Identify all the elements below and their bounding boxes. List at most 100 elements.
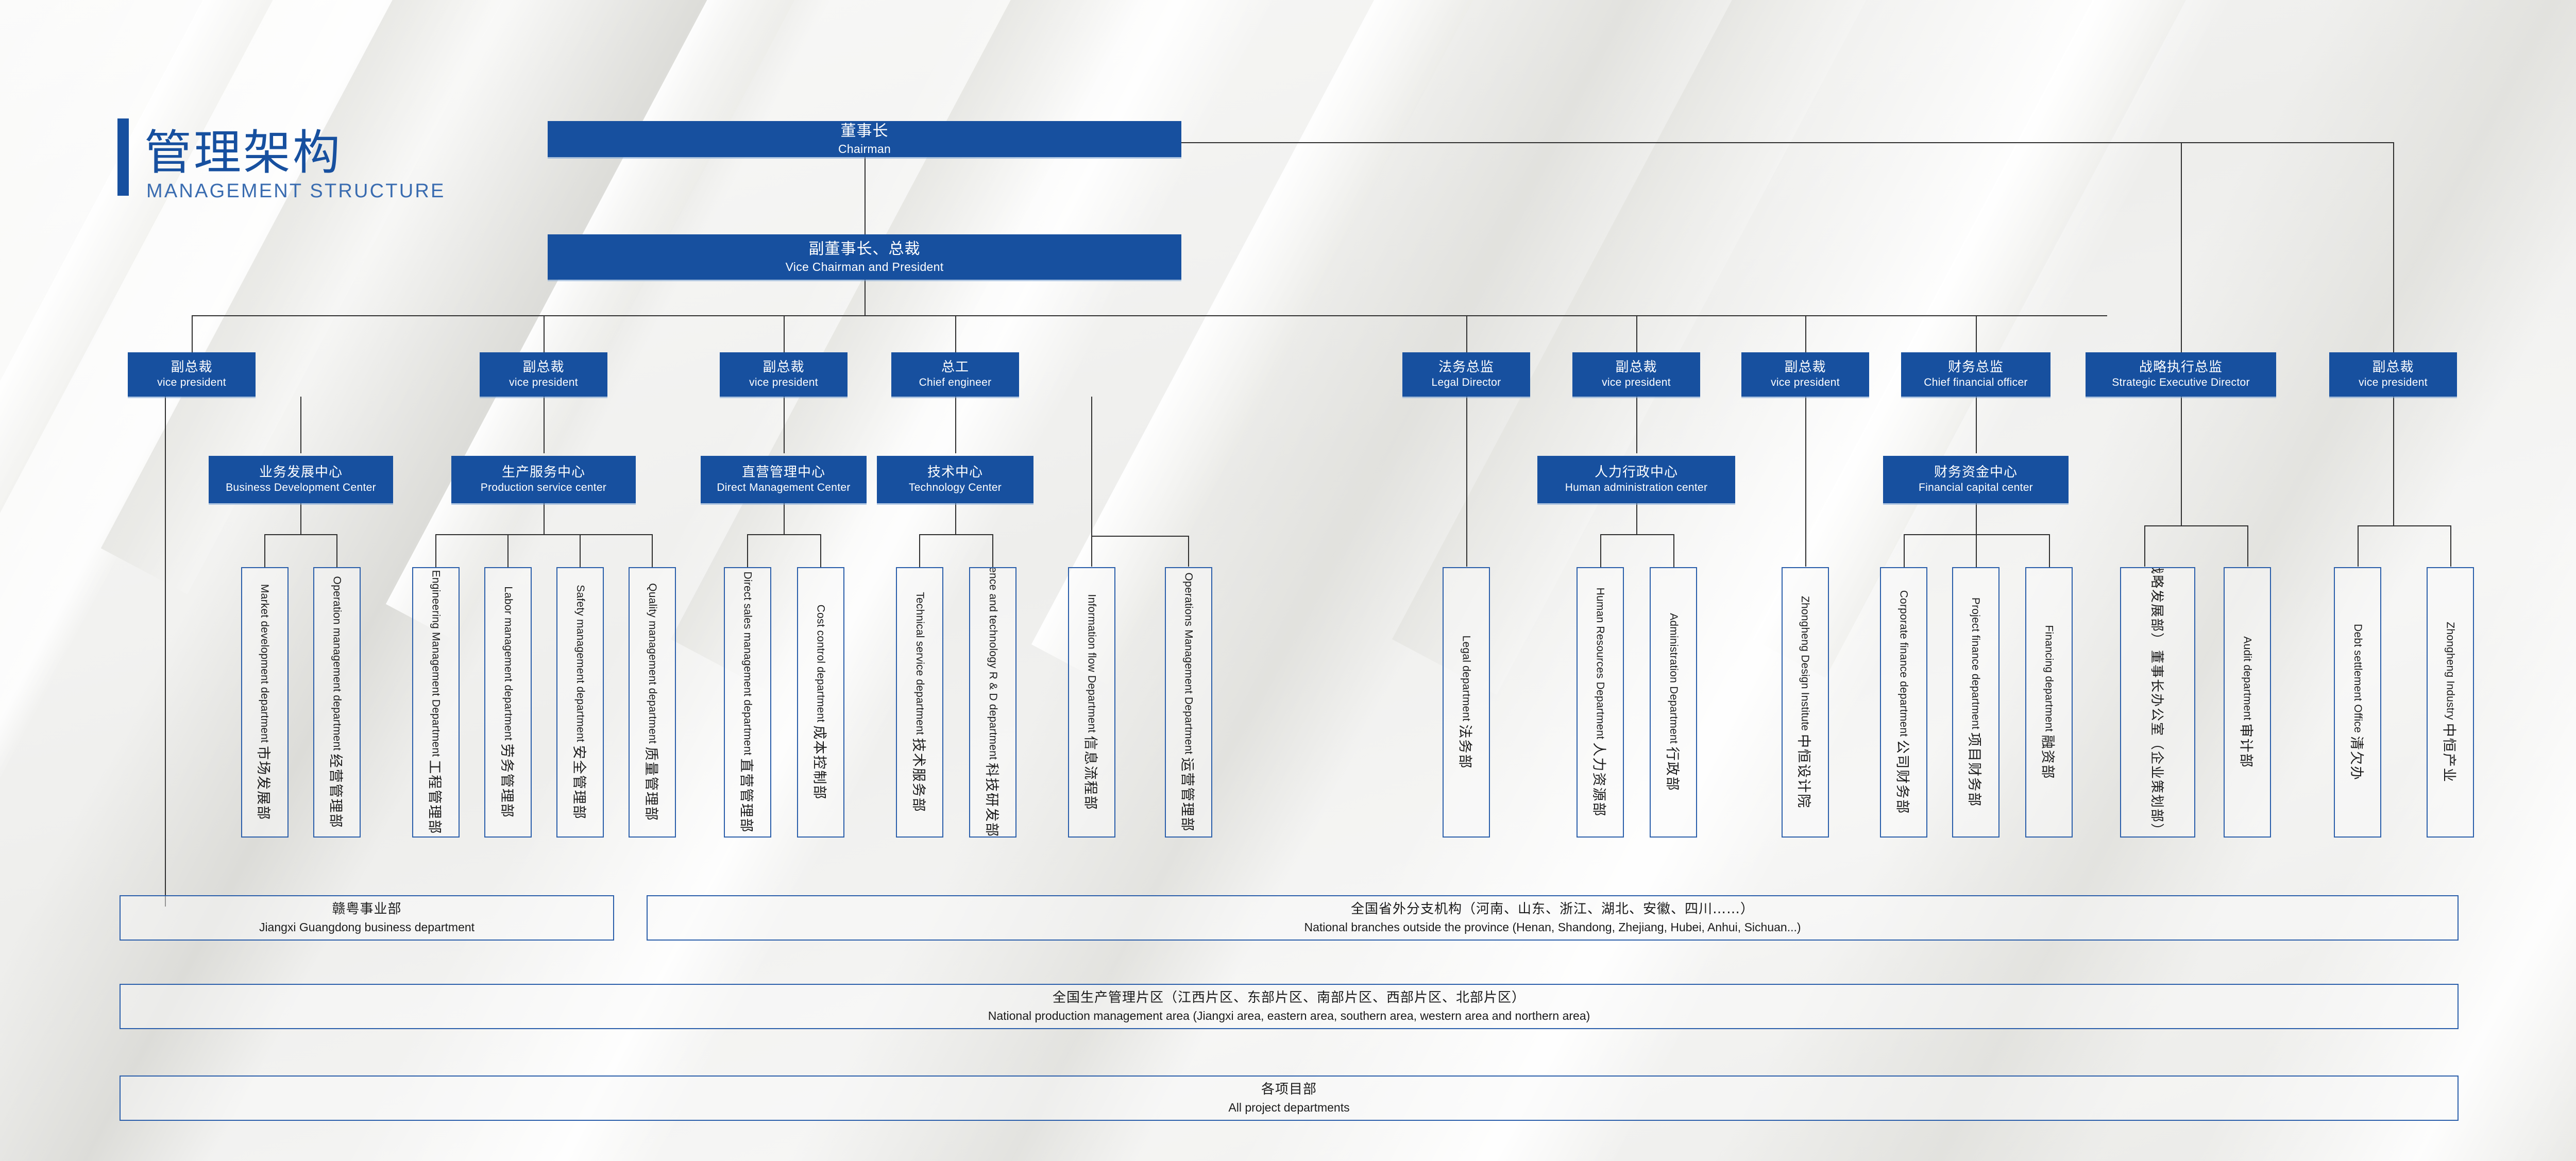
connector-ce-extra-bus — [1091, 536, 1188, 537]
center-3-cn: 技术中心 — [927, 464, 983, 480]
center-box-3[interactable]: 技术中心 Technology Center — [877, 456, 1033, 503]
exec-8-en: Strategic Executive Director — [2112, 377, 2250, 389]
dept-box-12[interactable]: 法务部 Legal department — [1443, 567, 1490, 838]
dept-box-16[interactable]: 公司财务部 Corporate finance department — [1880, 567, 1927, 838]
dept-12-label: 法务部 Legal department — [1456, 636, 1477, 770]
center-0-en: Business Development Center — [226, 482, 376, 494]
connector-center-down — [1636, 503, 1637, 534]
dept-box-0[interactable]: 市场发展部 Market development department — [241, 567, 289, 838]
bottom-1-cn: 全国省外分支机构（河南、山东、浙江、湖北、安徽、四川……） — [1350, 901, 1754, 917]
exec-9-cn: 副总裁 — [2372, 359, 2414, 375]
exec-box-9[interactable]: 副总裁 vice president — [2329, 352, 2457, 397]
exec-box-3[interactable]: 总工 Chief engineer — [891, 352, 1019, 397]
dept-box-11[interactable]: 运营管理部 Operations Management Department — [1165, 567, 1212, 838]
exec-7-cn: 财务总监 — [1947, 359, 2004, 375]
connector-chairman-right — [1181, 142, 2394, 143]
connector-dept-drop — [580, 534, 581, 567]
exec-box-7[interactable]: 财务总监 Chief financial officer — [1901, 352, 2050, 397]
connector-exec-center — [1976, 397, 1977, 453]
exec-box-1[interactable]: 副总裁 vice president — [480, 352, 607, 397]
dept-19-cn-line-0: 董事长办公室（企业策划部） — [2148, 650, 2164, 838]
connector-exec-bus — [192, 315, 2107, 316]
exec-box-0[interactable]: 副总裁 vice president — [128, 352, 256, 397]
exec-box-8[interactable]: 战略执行总监 Strategic Executive Director — [2086, 352, 2276, 397]
dept-6-en: Direct sales management department — [742, 571, 754, 756]
dept-box-18[interactable]: 融资部 Financing department — [2025, 567, 2073, 838]
bottom-bar-0[interactable]: 赣粤事业部 Jiangxi Guangdong business departm… — [120, 895, 614, 941]
dept-1-en: Operation management department — [331, 576, 343, 751]
box-chairman-en: Chairman — [838, 142, 891, 156]
center-box-2[interactable]: 直营管理中心 Direct Management Center — [701, 456, 867, 503]
connector-exec1-bottom — [165, 397, 166, 907]
bottom-3-en: All project departments — [1228, 1100, 1350, 1114]
dept-box-9[interactable]: 科技研发部 Science and technology R & D depar… — [969, 567, 1016, 838]
connector-chairman-strategic-down — [2181, 142, 2182, 364]
center-box-4[interactable]: 人力行政中心 Human administration center — [1537, 456, 1735, 503]
connector-dept-drop — [747, 534, 748, 567]
exec-box-4[interactable]: 法务总监 Legal Director — [1402, 352, 1530, 397]
bottom-bar-1[interactable]: 全国省外分支机构（河南、山东、浙江、湖北、安徽、四川……） National b… — [647, 895, 2459, 941]
connector-dept-bus — [264, 534, 336, 535]
connector-center-down — [300, 503, 301, 534]
dept-box-7[interactable]: 成本控制部 Cost control department — [797, 567, 844, 838]
dept-box-10[interactable]: 信息流程部 Information flow Department — [1068, 567, 1115, 838]
exec-box-2[interactable]: 副总裁 vice president — [720, 352, 848, 397]
dept-15-cn: 中恒设计院 — [1795, 734, 1812, 809]
dept-22-label: 中恒产业 Zhongheng Industry — [2441, 622, 2461, 782]
connector-dept-drop — [1673, 534, 1674, 567]
dept-box-13[interactable]: 人力资源部 Human Resources Department — [1577, 567, 1624, 838]
center-box-5[interactable]: 财务资金中心 Financial capital center — [1883, 456, 2069, 503]
dept-box-20[interactable]: 审计部 Audit department — [2224, 567, 2271, 838]
dept-box-17[interactable]: 项目财务部 Project finance department — [1952, 567, 1999, 838]
exec-5-en: vice president — [1602, 377, 1671, 389]
exec-box-6[interactable]: 副总裁 vice president — [1741, 352, 1869, 397]
dept-box-2[interactable]: 工程管理部 Engineering Management Department — [412, 567, 460, 838]
center-box-1[interactable]: 生产服务中心 Production service center — [451, 456, 636, 503]
center-0-cn: 业务发展中心 — [259, 464, 343, 480]
connector-dept-drop — [435, 534, 436, 567]
connector-president-down — [865, 279, 866, 315]
exec-box-5[interactable]: 副总裁 vice president — [1572, 352, 1700, 397]
dept-box-8[interactable]: 技术服务部 Technical service department — [896, 567, 943, 838]
connector-dept-drop — [652, 534, 653, 567]
dept-2-cn: 工程管理部 — [426, 760, 443, 835]
dept-4-cn: 安全管理部 — [570, 745, 587, 820]
dept-7-label: 成本控制部 Cost control department — [811, 605, 831, 800]
box-chairman[interactable]: 董事长 Chairman — [548, 121, 1181, 157]
org-chart-canvas: 管理架构 MANAGEMENT STRUCTURE 董事长 Chairman 副… — [0, 0, 2576, 1161]
dept-box-14[interactable]: 行政部 Administration Department — [1650, 567, 1697, 838]
dept-0-en: Market development department — [259, 584, 272, 743]
dept-box-22[interactable]: 中恒产业 Zhongheng Industry — [2427, 567, 2474, 838]
dept-box-6[interactable]: 直营管理部 Direct sales management department — [724, 567, 771, 838]
dept-21-en: Debt settlement Office — [2352, 624, 2364, 733]
exec-1-cn: 副总裁 — [522, 359, 565, 375]
center-4-cn: 人力行政中心 — [1594, 464, 1678, 480]
dept-6-cn: 直营管理部 — [738, 758, 754, 833]
dept-5-label: 质量管理部 Quality management department — [642, 583, 663, 822]
connector-vp-design — [1805, 397, 1806, 567]
dept-box-1[interactable]: 经营管理部 Operation management department — [313, 567, 361, 838]
dept-18-label: 融资部 Financing department — [2039, 625, 2059, 779]
bottom-bar-2[interactable]: 全国生产管理片区（江西片区、东部片区、南部片区、西部片区、北部片区） Natio… — [120, 984, 2459, 1029]
dept-3-cn: 劳务管理部 — [498, 743, 515, 818]
dept-box-21[interactable]: 清欠办 Debt settlement Office — [2334, 567, 2381, 838]
title-accent-bar — [117, 118, 129, 196]
connector-dept-drop — [264, 534, 265, 567]
dept-box-4[interactable]: 安全管理部 Safety management department — [556, 567, 604, 838]
dept-13-en: Human Resources Department — [1595, 587, 1607, 740]
bottom-bar-3[interactable]: 各项目部 All project departments — [120, 1075, 2459, 1121]
connector-exec-center — [300, 397, 301, 453]
connector-exec-center — [544, 397, 545, 453]
dept-box-3[interactable]: 劳务管理部 Labor management department — [484, 567, 532, 838]
background-ribbon — [385, 0, 841, 641]
exec-7-en: Chief financial officer — [1924, 377, 2028, 389]
dept-11-label: 运营管理部 Operations Management Department — [1179, 572, 1199, 832]
center-box-0[interactable]: 业务发展中心 Business Development Center — [209, 456, 393, 503]
dept-box-5[interactable]: 质量管理部 Quality management department — [629, 567, 676, 838]
box-vice-chairman-president[interactable]: 副董事长、总裁 Vice Chairman and President — [548, 234, 1181, 280]
connector-dept-drop — [1600, 534, 1601, 567]
bottom-0-cn: 赣粤事业部 — [332, 901, 402, 917]
connector-center-down — [1976, 503, 1977, 534]
dept-box-15[interactable]: 中恒设计院 Zhongheng Design Institute — [1782, 567, 1829, 838]
dept-box-19[interactable]: 董事长办公室（企业策划部） （战略发展部） Chairman's Office … — [2120, 567, 2195, 838]
